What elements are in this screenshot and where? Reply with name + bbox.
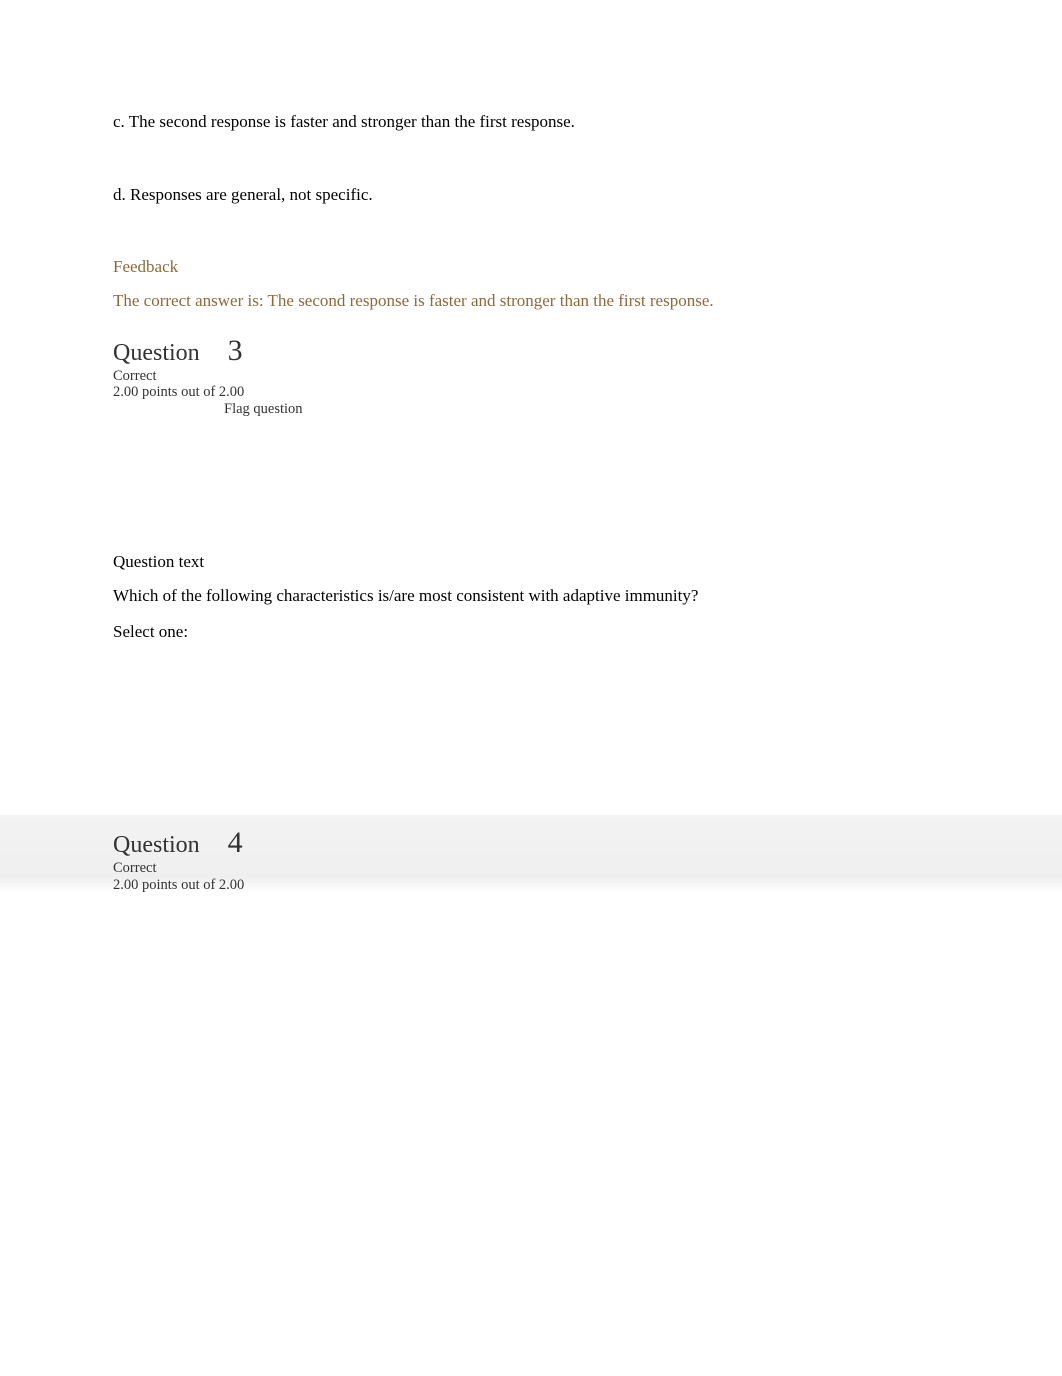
question-label: Question: [113, 832, 200, 859]
question-4-status: Correct: [113, 860, 949, 877]
question-label: Question: [113, 340, 200, 367]
feedback-heading: Feedback: [113, 207, 949, 277]
question-3-status: Correct: [113, 368, 949, 385]
question-3-header: Question 3: [113, 311, 949, 368]
flag-question-link[interactable]: Flag question: [113, 401, 949, 418]
feedback-answer: The correct answer is: The second respon…: [113, 277, 949, 311]
question-4-block: Question 4 Correct 2.00 points out of 2.…: [0, 815, 1062, 893]
question-text-heading: Question text: [113, 418, 949, 572]
select-one-label: Select one:: [113, 606, 949, 642]
question-4-points: 2.00 points out of 2.00: [113, 877, 949, 894]
question-3-points: 2.00 points out of 2.00: [113, 384, 949, 401]
question-number: 3: [228, 334, 243, 368]
question-number: 4: [228, 826, 243, 860]
question-3-prompt: Which of the following characteristics i…: [113, 572, 949, 606]
answer-option-c: c. The second response is faster and str…: [113, 0, 949, 134]
option-text: Responses are general, not specific.: [130, 185, 373, 204]
option-text: The second response is faster and strong…: [129, 112, 575, 131]
option-letter: d.: [113, 185, 126, 204]
question-4-header: Question 4: [113, 826, 949, 860]
option-letter: c.: [113, 112, 125, 131]
answer-option-d: d. Responses are general, not specific.: [113, 134, 949, 207]
